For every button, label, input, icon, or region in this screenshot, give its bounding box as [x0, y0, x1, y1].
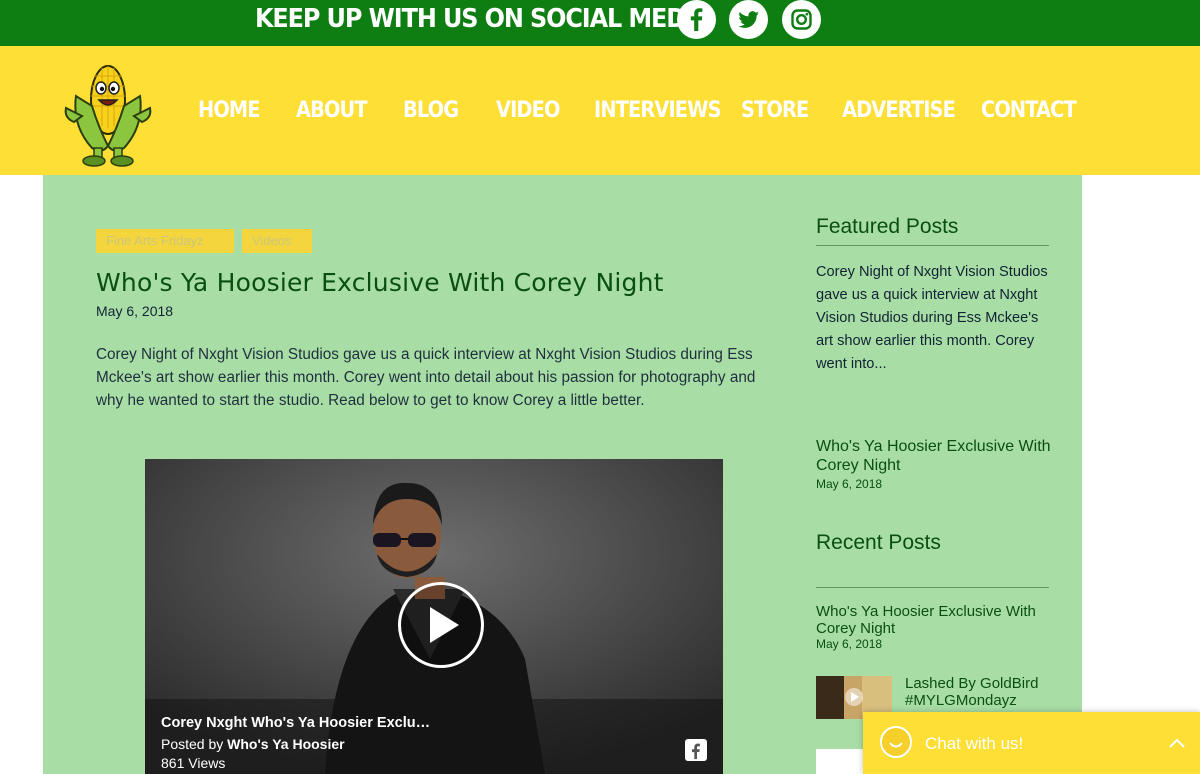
- video-posted-by-prefix: Posted by: [161, 736, 228, 752]
- featured-post-title[interactable]: Who's Ya Hoosier Exclusive With Corey Ni…: [816, 437, 1056, 475]
- video-info-bar: Corey Nxght Who's Ya Hoosier Exclu… Post…: [145, 699, 723, 774]
- nav-interviews[interactable]: INTERVIEWS: [594, 98, 722, 123]
- chat-widget[interactable]: Chat with us!: [863, 712, 1200, 774]
- recent-posts-heading: Recent Posts: [816, 531, 941, 554]
- tag-videos[interactable]: Videos: [242, 229, 312, 253]
- nav-store[interactable]: STORE: [741, 98, 809, 123]
- video-facebook-icon[interactable]: [685, 739, 707, 761]
- instagram-icon[interactable]: [782, 0, 821, 39]
- nav-contact[interactable]: CONTACT: [981, 98, 1077, 123]
- play-button[interactable]: [398, 582, 484, 668]
- post-body: Corey Night of Nxght Vision Studios gave…: [96, 346, 756, 409]
- recent-post-title-2[interactable]: Lashed By GoldBird #MYLGMondayz: [905, 675, 1065, 709]
- nav-about[interactable]: ABOUT: [296, 98, 368, 123]
- chat-label[interactable]: Chat with us!: [925, 734, 1023, 754]
- site-header: HOME ABOUT BLOG VIDEO INTERVIEWS STORE A…: [0, 46, 1200, 175]
- twitter-icon[interactable]: [729, 0, 768, 39]
- nav-home[interactable]: HOME: [198, 98, 261, 123]
- main-content: Fine Arts Fridayz Videos Who's Ya Hoosie…: [43, 175, 1082, 774]
- chat-smiley-icon: [880, 726, 912, 758]
- nav-advertise[interactable]: ADVERTISE: [842, 98, 956, 123]
- play-icon: [430, 607, 459, 643]
- facebook-icon[interactable]: [677, 0, 716, 39]
- featured-divider: [816, 245, 1049, 246]
- corn-mascot-logo[interactable]: [62, 56, 154, 168]
- featured-posts-heading: Featured Posts: [816, 215, 959, 238]
- tag-fine-arts-fridayz[interactable]: Fine Arts Fridayz: [96, 229, 234, 253]
- nav-blog[interactable]: BLOG: [403, 98, 459, 123]
- recent-post-date: May 6, 2018: [816, 637, 883, 651]
- video-title[interactable]: Corey Nxght Who's Ya Hoosier Exclu…: [161, 715, 430, 731]
- post-date: May 6, 2018: [96, 303, 174, 319]
- recent-post-title[interactable]: Who's Ya Hoosier Exclusive With Corey Ni…: [816, 603, 1056, 637]
- social-bar-heading: KEEP UP WITH US ON SOCIAL MEDIA: [255, 4, 711, 34]
- featured-excerpt[interactable]: Corey Night of Nxght Vision Studios gave…: [816, 261, 1056, 376]
- video-player[interactable]: Corey Nxght Who's Ya Hoosier Exclu… Post…: [145, 459, 723, 774]
- social-bar: KEEP UP WITH US ON SOCIAL MEDIA: [0, 0, 1200, 46]
- video-posted-by: Posted by Who's Ya Hoosier: [161, 736, 345, 752]
- white-card-edge: [816, 749, 866, 774]
- post-title: Who's Ya Hoosier Exclusive With Corey Ni…: [96, 268, 664, 297]
- featured-post-date: May 6, 2018: [816, 477, 883, 491]
- video-channel-name[interactable]: Who's Ya Hoosier: [227, 736, 344, 752]
- recent-divider: [816, 587, 1049, 588]
- video-views: 861 Views: [161, 755, 226, 771]
- nav-video[interactable]: VIDEO: [496, 98, 560, 123]
- chevron-up-icon[interactable]: [1168, 736, 1186, 754]
